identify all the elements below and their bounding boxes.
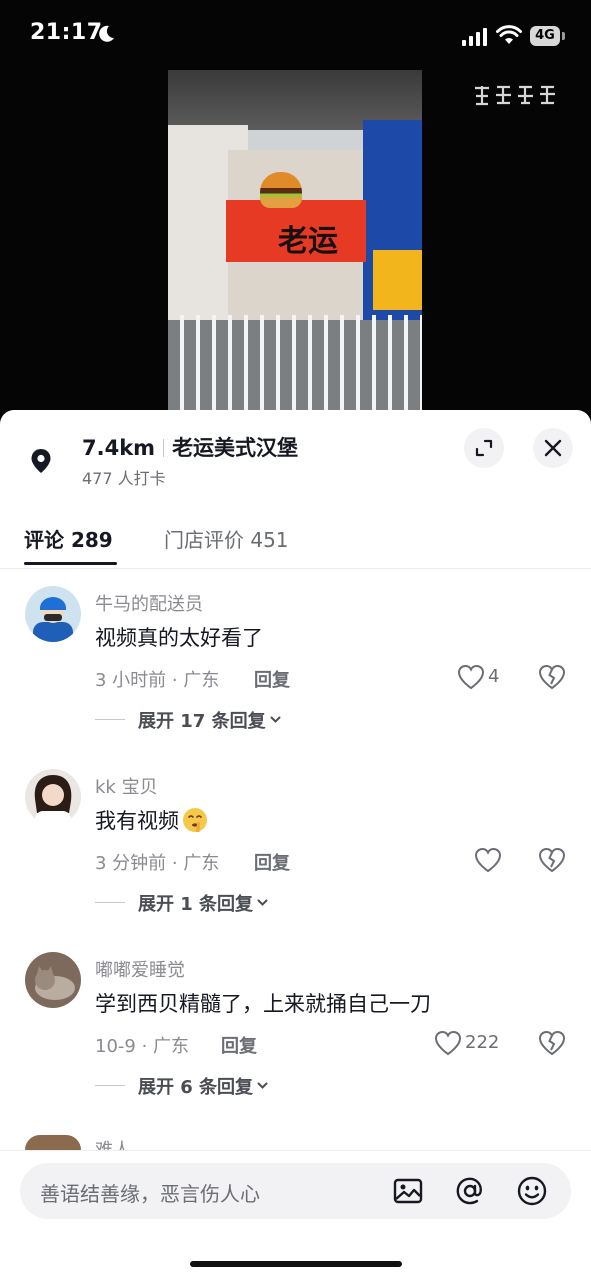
comment-username[interactable]: 牛马的配送员 [95, 590, 203, 616]
comment-text: 视频真的太好看了 [95, 626, 263, 650]
location-distance: 7.4km [82, 436, 156, 460]
home-indicator[interactable] [190, 1261, 402, 1267]
video-yellow-sign [373, 250, 422, 310]
expand-line [95, 1085, 125, 1086]
comment-input-bar: 善语结善缘，恶言伤人心 [0, 1150, 591, 1281]
expand-replies-button[interactable]: 展开 1 条回复 [138, 890, 268, 916]
close-icon [544, 439, 562, 457]
comment-text: 我有视频 [95, 809, 179, 833]
heart-icon[interactable] [457, 664, 485, 690]
video-frame[interactable]: 老运 [168, 70, 422, 410]
heart-icon[interactable] [474, 847, 502, 873]
comment-text-container: 我有视频 [95, 805, 209, 835]
shushing-face-emoji-icon [183, 808, 207, 832]
emoji-icon[interactable] [516, 1175, 548, 1207]
video-sign-text: 老运 [278, 224, 338, 259]
expand-replies-label: 展开 6 条回复 [138, 1077, 254, 1098]
moon-icon [99, 25, 114, 42]
avatar[interactable] [25, 769, 81, 825]
chevron-down-icon [270, 716, 281, 723]
tab-active-indicator [24, 562, 117, 565]
broken-heart-icon[interactable] [538, 1030, 566, 1056]
reply-button[interactable]: 回复 [254, 849, 290, 875]
location-separator [163, 439, 165, 457]
location-name: 老运美式汉堡 [172, 436, 299, 460]
watermark-logo [475, 85, 555, 106]
like-count: 222 [465, 1032, 500, 1053]
comment-meta: 10-9 · 广东 [95, 1036, 190, 1057]
chevron-down-icon [257, 1082, 268, 1089]
comment-username[interactable]: 难人 [95, 1136, 131, 1150]
close-button[interactable] [533, 428, 573, 468]
expand-line [95, 719, 125, 720]
status-time: 21:17 [30, 20, 103, 45]
comment-text: 学到西贝精髓了，上来就捅自己一刀 [95, 992, 431, 1016]
comment-username[interactable]: kk 宝贝 [95, 773, 158, 799]
tab-comments[interactable]: 评论 289 [24, 524, 113, 553]
comment-input-placeholder: 善语结善缘，恶言伤人心 [40, 1182, 260, 1206]
battery-tip [562, 32, 565, 40]
avatar[interactable] [25, 586, 81, 642]
video-burger-sculpture [260, 172, 302, 208]
comment-username[interactable]: 嘟嘟爱睡觉 [95, 956, 185, 982]
expand-icon [475, 439, 493, 457]
comment-input[interactable]: 善语结善缘，恶言伤人心 [20, 1163, 571, 1219]
comment-meta: 3 分钟前 · 广东 [95, 853, 220, 874]
battery-label: 4G [530, 26, 560, 46]
avatar-image [25, 586, 81, 642]
reply-button[interactable]: 回复 [221, 1032, 257, 1058]
expand-replies-button[interactable]: 展开 17 条回复 [138, 707, 281, 733]
status-bar: 21:17 4G [0, 0, 591, 70]
tab-store-reviews[interactable]: 门店评价 451 [164, 524, 289, 553]
battery-indicator: 4G [530, 26, 566, 46]
video-fence [168, 315, 422, 410]
divider [0, 568, 591, 569]
avatar-image [25, 769, 81, 825]
expand-replies-label: 展开 1 条回复 [138, 894, 254, 915]
avatar[interactable] [25, 1135, 81, 1150]
image-icon[interactable] [392, 1175, 424, 1207]
heart-icon[interactable] [434, 1030, 462, 1056]
broken-heart-icon[interactable] [538, 664, 566, 690]
location-checkins: 477 人打卡 [82, 469, 166, 488]
avatar-image [25, 952, 81, 1008]
expand-replies-button[interactable]: 展开 6 条回复 [138, 1073, 268, 1099]
expand-replies-label: 展开 17 条回复 [138, 711, 266, 732]
location-header[interactable]: 7.4km 老运美式汉堡 [82, 432, 298, 462]
chevron-down-icon [257, 899, 268, 906]
wifi-icon [496, 25, 522, 44]
location-pin-icon [31, 449, 51, 473]
expand-button[interactable] [464, 428, 504, 468]
comment-meta: 3 小时前 · 广东 [95, 670, 220, 691]
mention-at-icon[interactable] [454, 1175, 486, 1207]
reply-button[interactable]: 回复 [254, 666, 290, 692]
tab-bar: 评论 289 门店评价 451 [0, 518, 591, 570]
broken-heart-icon[interactable] [538, 847, 566, 873]
avatar[interactable] [25, 952, 81, 1008]
expand-line [95, 902, 125, 903]
cellular-signal-icon [462, 28, 487, 46]
like-count: 4 [488, 666, 500, 687]
